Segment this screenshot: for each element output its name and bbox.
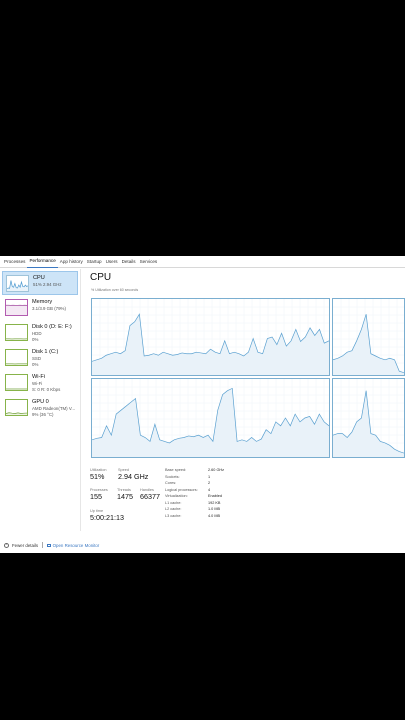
sidebar-item-detail-2: 0% bbox=[32, 336, 39, 342]
sidebar-item-gpu-0[interactable]: GPU 0 AMD Radeon(TM) V... 9% (36 °C) bbox=[2, 396, 78, 420]
page-title: CPU bbox=[90, 272, 112, 283]
sidebar-item-title: Disk 0 (D: E: F:) bbox=[32, 324, 72, 330]
logical-processor-graph-4 bbox=[332, 378, 405, 458]
sidebar-item-title: Wi-Fi bbox=[32, 374, 46, 380]
sidebar-item-detail-2: S: 0 R: 0 Kbps bbox=[32, 386, 61, 392]
logical-processor-graph-1 bbox=[91, 298, 330, 376]
tab-details[interactable]: Details bbox=[120, 256, 138, 268]
sidebar-item-detail-2: 9% (36 °C) bbox=[32, 411, 54, 417]
open-resource-monitor-link[interactable]: Open Resource Monitor bbox=[53, 543, 100, 548]
tab-processes[interactable]: Processes bbox=[2, 256, 27, 268]
sidebar-item-disk-0[interactable]: Disk 0 (D: E: F:) HDD 0% bbox=[2, 321, 78, 345]
spec-label: L2 cache: bbox=[165, 507, 182, 511]
sidebar-item-detail-2: 0% bbox=[32, 361, 39, 367]
spec-value: 4.0 MB bbox=[208, 513, 221, 518]
spec-value: 4 bbox=[208, 487, 211, 492]
spec-value: 2 bbox=[208, 481, 211, 485]
sidebar-item-title: CPU bbox=[33, 275, 45, 281]
spec-label: Logical processors: bbox=[165, 487, 198, 492]
tab-startup[interactable]: Startup bbox=[85, 256, 104, 268]
task-manager-window: Processes Performance App history Startu… bbox=[0, 256, 405, 553]
gpu-thumbnail-graph bbox=[5, 399, 28, 416]
spec-value: Enabled bbox=[208, 494, 222, 498]
disk-thumbnail-graph bbox=[5, 324, 28, 341]
sidebar-item-detail: 51% 2.94 GHz bbox=[33, 282, 62, 287]
sidebar-item-title: GPU 0 bbox=[32, 399, 49, 405]
spec-label: Virtualization: bbox=[165, 494, 188, 498]
usage-area bbox=[6, 305, 27, 315]
tab-app-history[interactable]: App history bbox=[58, 256, 85, 268]
sidebar-item-title: Disk 1 (C:) bbox=[32, 349, 59, 355]
spec-value: 1.0 MB bbox=[208, 507, 221, 511]
sidebar-item-memory[interactable]: Memory 3.1/3.9 GB (79%) bbox=[2, 296, 78, 320]
stat-threads: Threads 1475 bbox=[117, 488, 133, 501]
spec-label: Base speed: bbox=[165, 468, 187, 472]
logical-processor-graph-2 bbox=[332, 298, 405, 376]
stat-handles: Handles 66377 bbox=[140, 488, 160, 501]
stat-speed: Speed 2.94 GHz bbox=[118, 468, 148, 481]
graph-caption: % Utilization over 60 seconds bbox=[91, 288, 139, 292]
stat-value: 66377 bbox=[140, 492, 160, 501]
logical-processor-graph-3 bbox=[91, 378, 330, 458]
stat-processes: Processes 155 bbox=[90, 488, 108, 501]
chevron-up-icon[interactable]: ˆ bbox=[4, 542, 9, 548]
stat-value: 51% bbox=[90, 472, 105, 481]
sidebar-item-cpu[interactable]: CPU 51% 2.94 GHz bbox=[2, 271, 78, 295]
tab-bar: Processes Performance App history Startu… bbox=[0, 256, 405, 268]
sidebar-item-wifi[interactable]: Wi-Fi Wi-Fi S: 0 R: 0 Kbps bbox=[2, 371, 78, 395]
footer-divider bbox=[42, 542, 43, 548]
resource-sidebar: CPU 51% 2.94 GHz Memory 3.1/3.9 GB (79%)… bbox=[0, 269, 81, 531]
usage-area bbox=[333, 390, 404, 457]
sidebar-item-detail: 3.1/3.9 GB (79%) bbox=[32, 306, 66, 311]
disk-thumbnail-graph bbox=[5, 349, 28, 366]
sidebar-item-disk-1[interactable]: Disk 1 (C:) SSD 0% bbox=[2, 346, 78, 370]
spec-value: 192 KB bbox=[208, 500, 221, 505]
stat-value: 1475 bbox=[117, 492, 133, 501]
stat-up-time: Up time 5:00:21:13 bbox=[90, 509, 124, 522]
tab-services[interactable]: Services bbox=[138, 256, 160, 268]
spec-label: L3 cache: bbox=[165, 513, 182, 518]
spec-value: 2.60 GHz bbox=[208, 468, 225, 472]
spec-value: 1 bbox=[208, 474, 211, 479]
tab-users[interactable]: Users bbox=[104, 256, 120, 268]
spec-label: L1 cache: bbox=[165, 500, 182, 505]
cpu-thumbnail-graph bbox=[6, 275, 29, 292]
cpu-detail-panel: CPU % Utilization over 60 seconds Utiliz… bbox=[86, 269, 405, 531]
usage-area bbox=[92, 314, 329, 375]
usage-area bbox=[92, 388, 329, 457]
stat-value: 2.94 GHz bbox=[118, 472, 149, 481]
stat-value: 155 bbox=[90, 492, 102, 501]
wifi-thumbnail-graph bbox=[5, 374, 28, 391]
footer-bar: ˆ Fewer details Open Resource Monitor bbox=[0, 538, 405, 552]
fewer-details-button[interactable]: Fewer details bbox=[12, 543, 38, 548]
usage-area bbox=[333, 314, 404, 375]
tab-performance[interactable]: Performance bbox=[27, 256, 58, 268]
sidebar-item-detail: AMD Radeon(TM) V... bbox=[32, 406, 76, 411]
sidebar-item-title: Memory bbox=[32, 299, 53, 305]
resource-monitor-icon bbox=[46, 543, 51, 547]
memory-thumbnail-graph bbox=[5, 299, 28, 316]
stat-utilization: Utilization 51% bbox=[90, 468, 106, 481]
stat-value: 5:00:21:13 bbox=[90, 513, 124, 522]
spec-label: Cores: bbox=[165, 481, 177, 485]
spec-label: Sockets: bbox=[165, 474, 180, 479]
